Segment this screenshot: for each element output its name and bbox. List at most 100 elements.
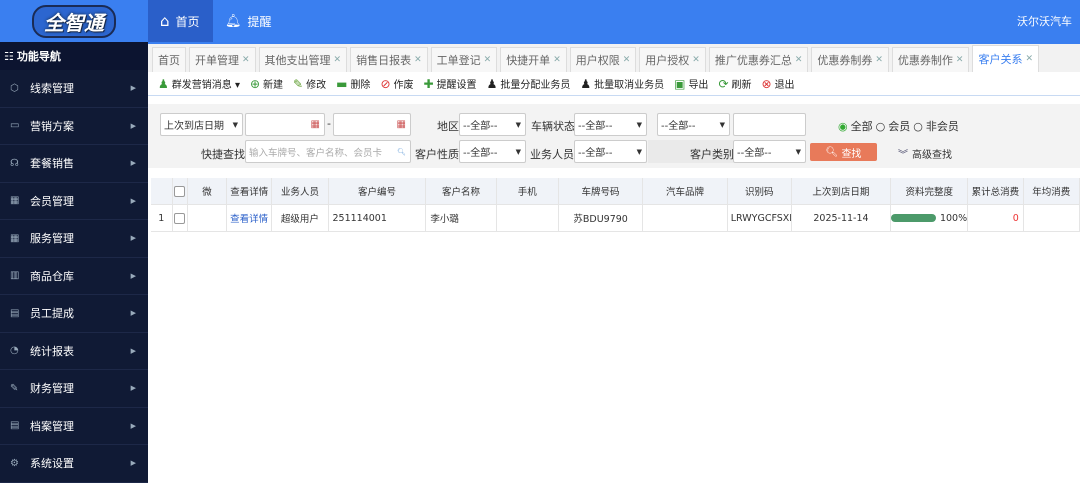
salesperson-select[interactable]: --全部-- ▼ (574, 140, 647, 163)
sidebar-item[interactable]: ◔ 统计报表 ▶ (0, 333, 148, 370)
toolbar-button[interactable]: ▣ 导出 (674, 76, 708, 92)
date-type-select[interactable]: 上次到店日期 ▼ (160, 113, 243, 136)
customer-nature-label: 客户性质 (415, 148, 459, 161)
tab[interactable]: 工单登记 ✕ (430, 47, 498, 72)
radio-non-member[interactable]: ○ (913, 120, 923, 133)
sidebar-item[interactable]: ⬡ 线索管理 ▶ (0, 70, 148, 108)
ban-icon: ⊘ (380, 76, 391, 91)
sidebar: ☷ 功能导航 ⬡ 线索管理 ▶ ▭ 营销方案 ▶ ☊ 套餐销售 ▶ ▦ 会员管理 ▶ ▦ 服务管理 ▶ ▥ 商品仓… (0, 42, 148, 483)
caret-right-icon: ▶ (130, 346, 136, 355)
close-icon[interactable]: ✕ (334, 55, 342, 65)
sidebar-item[interactable]: ▭ 营销方案 ▶ (0, 108, 148, 145)
money-icon: ▭ (10, 120, 20, 132)
sidebar-item[interactable]: ☊ 套餐销售 ▶ (0, 145, 148, 183)
region-select[interactable]: --全部-- ▼ (459, 113, 526, 136)
sidebar-item[interactable]: ▦ 服务管理 ▶ (0, 220, 148, 258)
column-label: 客户编号 (357, 187, 396, 198)
search-button[interactable]: 🔍︎ 查找 (810, 143, 877, 161)
plate-cell: 苏BDU9790 (559, 205, 644, 231)
tab[interactable]: 开单管理 ✕ (189, 47, 256, 72)
last-visit-cell: 2025-11-14 (792, 205, 892, 231)
close-icon[interactable]: ✕ (956, 55, 964, 65)
nav-home[interactable]: ⌂ 首页 (148, 0, 213, 42)
sidebar-item[interactable]: ▤ 员工提成 ▶ (0, 295, 148, 333)
toolbar-button[interactable]: ✚ 提醒设置 (423, 76, 477, 92)
extra-input[interactable] (733, 113, 806, 136)
column-header: 年均消费 (1024, 178, 1080, 204)
close-icon[interactable]: ✕ (484, 55, 492, 65)
row-checkbox[interactable] (174, 212, 186, 224)
toolbar-label: 删除 (350, 80, 371, 91)
tab[interactable]: 推广优惠券汇总 ✕ (708, 47, 809, 72)
close-icon[interactable]: ✕ (623, 55, 631, 65)
extra-select[interactable]: --全部-- ▼ (657, 113, 730, 136)
toolbar-button[interactable]: ⟳ 刷新 (718, 76, 751, 92)
toolbar-button[interactable]: ♟ 批量分配业务员 (486, 76, 571, 92)
view-detail-link[interactable]: 查看详情 (227, 205, 273, 231)
radio-all[interactable]: ◉ (838, 120, 848, 133)
sidebar-item-label: 员工提成 (30, 307, 74, 321)
toolbar-button[interactable]: ⊗ 退出 (762, 76, 795, 92)
tab[interactable]: 用户权限 ✕ (569, 47, 637, 72)
advanced-search-link[interactable]: ︾ 高级查找 (898, 146, 952, 161)
close-icon[interactable]: ✕ (1025, 54, 1033, 64)
vehicle-status-select[interactable]: --全部-- ▼ (574, 113, 647, 136)
dropdown-arrow-icon: ▼ (795, 147, 801, 156)
tab-label: 首页 (158, 54, 180, 67)
close-icon[interactable]: ✕ (414, 55, 422, 65)
customer-nature-select[interactable]: --全部-- ▼ (459, 140, 526, 163)
nature-value: --全部-- (463, 148, 498, 159)
tab[interactable]: 其他支出管理 ✕ (258, 47, 348, 72)
select-all-checkbox[interactable] (174, 185, 186, 197)
close-icon[interactable]: ✕ (692, 55, 700, 65)
toolbar-button[interactable]: ♟ 批量取消业务员 (580, 76, 665, 92)
plus-icon: ✚ (423, 76, 434, 91)
date-separator: - (327, 117, 331, 130)
sidebar-item[interactable]: ▥ 商品仓库 ▶ (0, 258, 148, 295)
toolbar-button[interactable]: ♟ 群发营销消息 ▾ (158, 76, 240, 92)
column-header: 微 (188, 178, 228, 204)
sidebar-item[interactable]: ✎ 财务管理 ▶ (0, 370, 148, 408)
caret-right-icon: ▶ (130, 271, 136, 280)
region-label: 地区 (437, 120, 459, 133)
radio-member[interactable]: ○ (876, 120, 886, 133)
sidebar-item-label: 财务管理 (30, 382, 74, 396)
table-row[interactable]: 1 查看详情 超级用户 251114001 李小璐 苏BDU9790 LRWYG… (151, 205, 1080, 232)
dropdown-arrow-icon: ▼ (636, 147, 642, 156)
radio-label: 非会员 (925, 120, 959, 133)
tab[interactable]: 优惠券制作 ✕ (891, 47, 970, 72)
caret-right-icon: ▶ (130, 309, 136, 318)
tab[interactable]: 快捷开单 ✕ (500, 47, 567, 72)
sidebar-item[interactable]: ▦ 会员管理 ▶ (0, 183, 148, 220)
car-brand-cell (643, 205, 728, 231)
double-chevron-down-icon: ︾ (898, 150, 908, 161)
column-header: 资料完整度 (891, 178, 969, 204)
toolbar-button[interactable]: ⊕ 新建 (250, 76, 283, 92)
tab[interactable]: 客户关系 ✕ (972, 45, 1040, 72)
sidebar-item[interactable]: ⚙ 系统设置 ▶ (0, 445, 148, 483)
salesperson-cell: 超级用户 (272, 205, 329, 231)
annual-spend-cell (1024, 205, 1080, 231)
quick-search-input[interactable]: 输入车牌号、客户名称、会员卡 🔍︎ (245, 140, 411, 163)
toolbar-button[interactable]: ▬ 删除 (336, 76, 371, 92)
close-icon[interactable]: ✕ (795, 55, 803, 65)
tab[interactable]: 优惠券制券 ✕ (811, 47, 889, 72)
close-icon[interactable]: ✕ (875, 55, 883, 65)
close-icon[interactable]: ✕ (242, 55, 250, 65)
user-icon: ♟ (486, 76, 498, 91)
date-from-input[interactable]: ▦ (245, 113, 325, 136)
toolbar-button[interactable]: ✎ 修改 (293, 76, 326, 92)
tab[interactable]: 销售日报表 ✕ (350, 47, 428, 72)
toolbar-button[interactable]: ⊘ 作废 (380, 76, 413, 92)
sidebar-item[interactable]: ▤ 档案管理 ▶ (0, 408, 148, 445)
nav-reminder[interactable]: 🔔︎ 提醒 (213, 0, 284, 42)
tab[interactable]: 用户授权 ✕ (639, 47, 706, 72)
customer-category-select[interactable]: --全部-- ▼ (733, 140, 806, 163)
column-header (173, 178, 188, 204)
close-icon[interactable]: ✕ (553, 55, 561, 65)
tab[interactable]: 首页 (152, 47, 186, 72)
list-icon: ☷ (4, 49, 14, 63)
advanced-search-label: 高级查找 (912, 150, 952, 161)
date-to-input[interactable]: ▦ (333, 113, 411, 136)
toolbar-label: 批量取消业务员 (594, 80, 665, 91)
